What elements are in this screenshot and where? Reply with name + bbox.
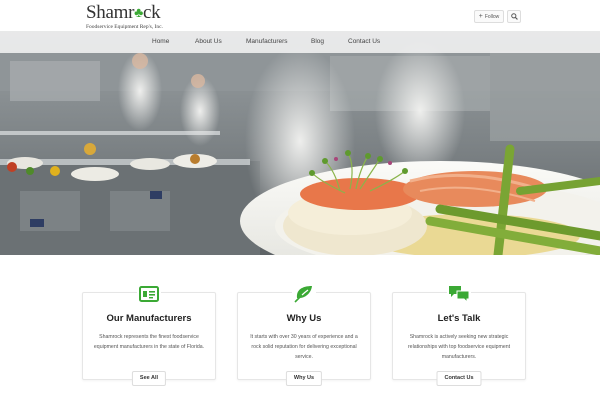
search-button[interactable]: [507, 10, 521, 23]
hero-banner: Home About Us Manufacturers Blog Contact…: [0, 31, 600, 255]
logo-tagline: Foodservice Equipment Rep's, Inc.: [86, 24, 163, 30]
main-nav: Home About Us Manufacturers Blog Contact…: [0, 31, 600, 53]
nav-item-home[interactable]: Home: [152, 31, 169, 53]
feature-title: Let's Talk: [437, 313, 481, 324]
why-us-button[interactable]: Why Us: [285, 371, 323, 386]
nav-item-about-us[interactable]: About Us: [195, 31, 222, 53]
feature-card-why-us: Why Us It starts with over 30 years of e…: [237, 283, 371, 386]
feature-text: Shamrock is actively seeking new strateg…: [407, 334, 511, 360]
page: Shamr♣ck Foodservice Equipment Rep's, In…: [0, 0, 600, 400]
list-card-icon: [139, 286, 159, 302]
feature-card-manufacturers: Our Manufacturers Shamrock represents th…: [82, 283, 216, 386]
follow-button[interactable]: + Follow: [474, 10, 504, 23]
see-all-button[interactable]: See All: [131, 371, 167, 386]
feature-title: Why Us: [286, 313, 322, 324]
feature-text: Shamrock represents the finest foodservi…: [93, 334, 205, 350]
search-icon: [510, 13, 518, 20]
chat-bubbles-icon: [449, 286, 470, 303]
site-logo[interactable]: Shamr♣ck Foodservice Equipment Rep's, In…: [86, 3, 163, 30]
plus-icon: +: [478, 13, 483, 20]
shamrock-icon: ♣: [134, 6, 143, 21]
contact-us-button[interactable]: Contact Us: [436, 371, 482, 386]
hero-image: [0, 31, 600, 255]
top-bar: Shamr♣ck Foodservice Equipment Rep's, In…: [0, 0, 600, 31]
feature-text: It starts with over 30 years of experien…: [250, 334, 358, 360]
follow-label: Follow: [484, 13, 500, 20]
feature-title: Our Manufacturers: [106, 313, 192, 324]
features-section: Our Manufacturers Shamrock represents th…: [0, 255, 600, 400]
nav-item-blog[interactable]: Blog: [311, 31, 324, 53]
feature-card-lets-talk: Let's Talk Shamrock is actively seeking …: [392, 283, 526, 386]
nav-item-manufacturers[interactable]: Manufacturers: [246, 31, 288, 53]
nav-item-contact-us[interactable]: Contact Us: [348, 31, 380, 53]
leaf-icon: [294, 286, 312, 303]
logo-wordmark: Shamr♣ck: [86, 2, 161, 23]
